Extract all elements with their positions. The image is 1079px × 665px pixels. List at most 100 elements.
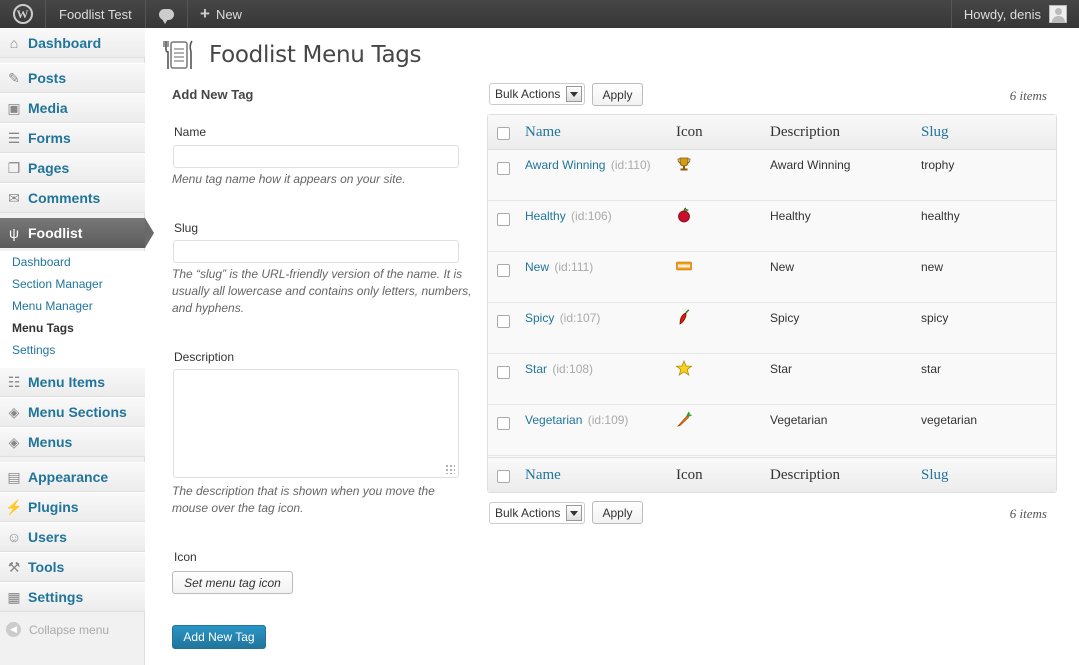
menu-menus[interactable]: ◈ Menus: [0, 427, 145, 457]
appearance-icon: ▤: [7, 468, 21, 485]
description-field[interactable]: [173, 369, 459, 478]
resize-handle-icon[interactable]: [445, 464, 455, 474]
foodlist-page-icon: [163, 40, 193, 69]
diamond-icon: ◈: [8, 433, 20, 450]
carrot-icon: [676, 411, 692, 427]
table-row: New (id:111) New new: [488, 252, 1056, 303]
row-name[interactable]: Star (id:108): [525, 362, 593, 376]
row-checkbox[interactable]: [497, 366, 510, 379]
menu-appearance[interactable]: ▤ Appearance: [0, 462, 145, 492]
row-description: New: [770, 260, 795, 274]
set-menu-tag-icon-button[interactable]: Set menu tag icon: [172, 571, 293, 594]
tags-table: Name Icon Description Slug Award Winning…: [487, 114, 1057, 493]
menu-settings[interactable]: ▦ Settings: [0, 582, 145, 612]
table-row: Spicy (id:107) Spicy spicy: [488, 303, 1056, 354]
chevron-down-icon: [566, 505, 582, 521]
icon-label: Icon: [174, 550, 197, 564]
dashboard-icon: ⌂: [9, 35, 19, 51]
menu-forms[interactable]: ☰ Forms: [0, 123, 145, 153]
pin-icon: ✎: [8, 69, 20, 86]
chili-icon: [679, 309, 690, 325]
apple-icon: [678, 207, 690, 223]
menu-menu-items[interactable]: ☷ Menu Items: [0, 367, 145, 397]
name-field[interactable]: [173, 145, 459, 168]
row-name[interactable]: Award Winning (id:110): [525, 158, 651, 172]
chevron-down-icon: [566, 86, 582, 102]
collapse-arrow-icon: ◀: [6, 622, 21, 637]
row-checkbox[interactable]: [497, 417, 510, 430]
submenu-section-manager[interactable]: Section Manager: [0, 273, 145, 295]
foodlist-submenu: Dashboard Section Manager Menu Manager M…: [0, 251, 145, 371]
row-name[interactable]: Vegetarian (id:109): [525, 413, 628, 427]
row-name[interactable]: Healthy (id:106): [525, 209, 612, 223]
row-description: Vegetarian: [770, 413, 828, 427]
greeting: Howdy, denis: [963, 6, 1041, 22]
new-content-menu[interactable]: + New: [188, 0, 254, 28]
slug-help-text: The “slug” is the URL-friendly version o…: [172, 267, 472, 315]
add-new-tag-button[interactable]: Add New Tag: [172, 625, 266, 649]
tools-icon: ⚒: [7, 558, 21, 575]
avatar: [1049, 5, 1067, 23]
wordpress-logo-menu[interactable]: W: [0, 0, 46, 28]
comments-link[interactable]: [146, 0, 188, 28]
row-slug: spicy: [921, 311, 949, 325]
pages-icon: ❐: [7, 159, 21, 176]
admin-sidebar: ⌂ Dashboard ✎ Posts ▣ Media ☰ Forms ❐ Pages ✉…: [0, 28, 154, 665]
submenu-menu-manager[interactable]: Menu Manager: [0, 295, 145, 317]
menu-items-icon: ☷: [7, 373, 21, 390]
column-name-header[interactable]: Name: [525, 124, 561, 141]
row-name[interactable]: Spicy (id:107): [525, 311, 600, 325]
column-description-footer: Description: [770, 467, 840, 483]
column-name-footer[interactable]: Name: [525, 467, 561, 484]
settings-icon: ▦: [7, 588, 21, 605]
row-description: Star: [770, 362, 793, 376]
column-slug-header[interactable]: Slug: [921, 124, 949, 141]
table-row: Star (id:108) Star star: [488, 354, 1056, 405]
row-description: Spicy: [770, 311, 800, 325]
collapse-menu-button[interactable]: ◀ Collapse menu: [6, 622, 109, 637]
column-icon-header: Icon: [676, 124, 703, 140]
site-name-link[interactable]: Foodlist Test: [46, 0, 146, 28]
table-footer: Name Icon Description Slug: [488, 457, 1056, 492]
column-slug-footer[interactable]: Slug: [921, 467, 949, 484]
comments-icon: ✉: [8, 189, 20, 206]
bulk-actions-select-top[interactable]: Bulk Actions: [489, 83, 585, 105]
menu-media[interactable]: ▣ Media: [0, 93, 145, 123]
row-checkbox[interactable]: [497, 315, 510, 328]
row-checkbox[interactable]: [497, 213, 510, 226]
menu-comments[interactable]: ✉ Comments: [0, 183, 145, 213]
plus-icon: +: [200, 4, 210, 23]
page-title: Foodlist Menu Tags: [209, 42, 422, 68]
table-row: Award Winning (id:110) Award Winning tro…: [488, 150, 1056, 201]
name-label: Name: [174, 125, 207, 139]
wordpress-icon: W: [12, 4, 33, 24]
row-checkbox[interactable]: [497, 264, 510, 277]
apply-button-bottom[interactable]: Apply: [592, 501, 643, 524]
row-description: Healthy: [770, 209, 811, 223]
menu-users[interactable]: ☺ Users: [0, 522, 145, 552]
menu-posts[interactable]: ✎ Posts: [0, 63, 145, 93]
my-account-menu[interactable]: Howdy, denis: [950, 0, 1079, 28]
new-badge-icon: [676, 261, 692, 271]
slug-field[interactable]: [173, 240, 459, 263]
apply-button-top[interactable]: Apply: [592, 83, 643, 106]
row-name[interactable]: New (id:111): [525, 260, 593, 274]
row-description: Award Winning: [770, 158, 851, 172]
submenu-menu-tags[interactable]: Menu Tags: [0, 317, 145, 339]
bulk-actions-select-bottom[interactable]: Bulk Actions: [489, 502, 585, 524]
select-all-checkbox[interactable]: [497, 127, 510, 140]
items-count-top: 6 items: [1009, 88, 1047, 103]
plug-icon: ⚡: [5, 498, 23, 515]
submenu-settings[interactable]: Settings: [0, 339, 145, 361]
menu-foodlist[interactable]: ψ Foodlist: [0, 218, 154, 248]
row-checkbox[interactable]: [497, 162, 510, 175]
row-slug: vegetarian: [921, 413, 978, 427]
menu-dashboard[interactable]: ⌂ Dashboard: [0, 28, 145, 58]
table-row: Healthy (id:106) Healthy healthy: [488, 201, 1056, 252]
select-all-checkbox-footer[interactable]: [497, 470, 510, 483]
menu-menu-sections[interactable]: ◈ Menu Sections: [0, 397, 145, 427]
submenu-dashboard[interactable]: Dashboard: [0, 251, 145, 273]
menu-plugins[interactable]: ⚡ Plugins: [0, 492, 145, 522]
menu-tools[interactable]: ⚒ Tools: [0, 552, 145, 582]
menu-pages[interactable]: ❐ Pages: [0, 153, 145, 183]
